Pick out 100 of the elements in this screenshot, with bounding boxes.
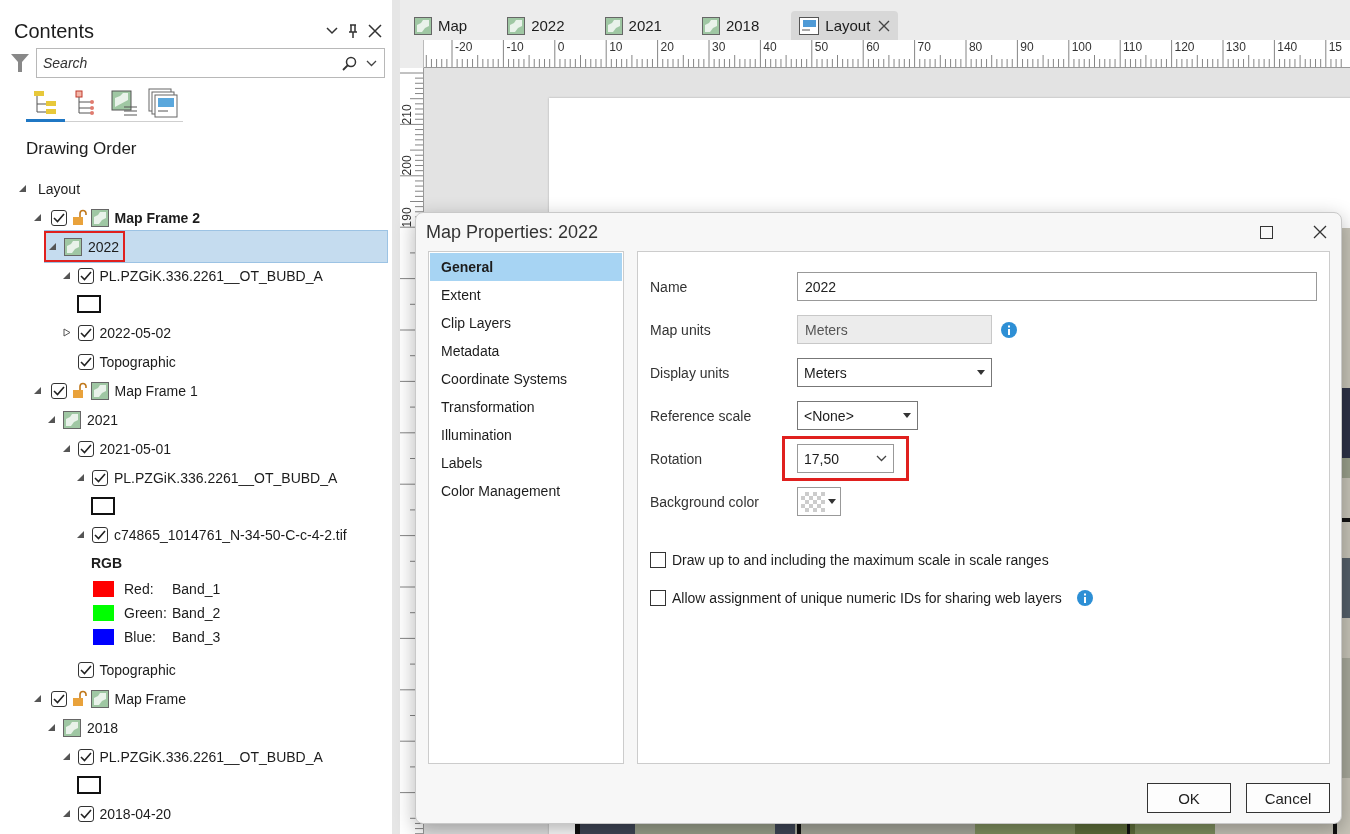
tree-item[interactable]: PL.PZGiK.336.2261__OT_BUBD_A (73, 463, 388, 492)
collapse-arrow-icon[interactable] (48, 723, 56, 732)
search-icon[interactable] (342, 56, 357, 71)
page-list-item[interactable]: Extent (430, 281, 622, 309)
page-list-item[interactable]: Coordinate Systems (430, 365, 622, 393)
collapse-arrow-icon[interactable] (49, 242, 57, 251)
document-tab[interactable]: 2018 (693, 11, 768, 40)
symbol-heading: RGB (91, 555, 123, 571)
ruler-label: 90 (1019, 40, 1035, 54)
collapse-arrow-icon[interactable] (77, 473, 85, 482)
expand-arrow-icon[interactable] (62, 328, 71, 337)
chevron-down-icon[interactable] (326, 27, 338, 35)
document-tab[interactable]: 2022 (499, 11, 573, 40)
tree-item[interactable]: 2022 (44, 230, 388, 263)
map-icon (701, 16, 720, 35)
checkbox[interactable] (77, 748, 94, 765)
tree-label: 2022-05-02 (99, 324, 172, 341)
checkbox[interactable] (92, 469, 108, 486)
info-icon[interactable] (1076, 590, 1093, 606)
dropdown[interactable]: Meters (797, 358, 992, 387)
page-list-item[interactable]: General (430, 253, 622, 281)
page-list-item[interactable]: Transformation (430, 393, 622, 421)
page-list-item[interactable]: Clip Layers (430, 309, 622, 337)
collapse-arrow-icon[interactable] (33, 213, 42, 222)
tree-item[interactable]: Layout (15, 174, 388, 203)
text-field[interactable]: 2022 (797, 272, 1317, 301)
collapse-arrow-icon[interactable] (48, 415, 56, 424)
checkbox[interactable] (50, 209, 67, 226)
page-list-item[interactable]: Metadata (430, 337, 622, 365)
checkbox[interactable] (77, 267, 94, 284)
band-value: Band_3 (172, 629, 221, 645)
ruler-label: 15 (1327, 40, 1343, 54)
close-icon[interactable] (878, 19, 891, 32)
dropdown-caret-icon (903, 413, 911, 418)
ruler-label: 70 (916, 40, 932, 54)
tree-item[interactable]: Map Frame 1 (29, 376, 388, 405)
close-icon[interactable] (1313, 225, 1327, 239)
tree-label: 2018 (87, 719, 119, 736)
close-icon[interactable] (368, 24, 382, 38)
pin-icon[interactable] (348, 24, 358, 38)
checkbox[interactable] (77, 324, 94, 341)
dialog-button[interactable]: OK (1147, 783, 1231, 813)
tree-item[interactable]: 2018 (44, 713, 388, 742)
collapse-arrow-icon[interactable] (77, 530, 85, 539)
document-tab[interactable]: Layout (791, 11, 899, 40)
tree-item[interactable]: 2018-04-20 (58, 799, 388, 828)
map-icon (64, 237, 82, 256)
ruler-label: 200 (400, 154, 414, 176)
layout-icon (799, 16, 820, 35)
tree-label: PL.PZGiK.336.2261__OT_BUBD_A (114, 469, 338, 486)
color-picker[interactable] (797, 487, 841, 516)
map-frame-icon (90, 381, 109, 400)
collapse-arrow-icon[interactable] (62, 809, 71, 818)
ruler-label: 50 (813, 40, 830, 54)
checkbox[interactable] (50, 690, 67, 707)
page-list-item[interactable]: Labels (430, 449, 622, 477)
tree-item[interactable]: 2021 (44, 405, 388, 434)
collapse-arrow-icon[interactable] (62, 271, 71, 280)
tree-item[interactable]: Map Frame 2 (29, 203, 388, 232)
search-field[interactable]: Search (36, 48, 385, 78)
collapse-arrow-icon[interactable] (62, 444, 71, 453)
page-list-item[interactable]: Color Management (430, 477, 622, 505)
tree-item[interactable]: Map Frame (29, 684, 388, 713)
checkbox[interactable] (650, 590, 666, 606)
ruler-label: 130 (1224, 40, 1247, 54)
collapse-arrow-icon[interactable] (33, 386, 42, 395)
tree-item[interactable]: PL.PZGiK.336.2261__OT_BUBD_A (58, 261, 388, 290)
combo-box[interactable]: 17,50 (797, 444, 894, 473)
collapse-arrow-icon[interactable] (19, 184, 27, 193)
tree-item[interactable]: Topographic (58, 347, 388, 376)
checkbox[interactable] (77, 440, 94, 457)
maximize-icon[interactable] (1260, 225, 1273, 239)
filter-icon[interactable] (10, 53, 30, 73)
section-heading: Drawing Order (25, 138, 138, 160)
panel-title: Contents (14, 19, 96, 43)
tree-item[interactable]: c74865_1014761_N-34-50-C-c-4-2.tif (73, 520, 388, 549)
field-label: Rotation (650, 450, 704, 467)
checkbox[interactable] (77, 805, 94, 822)
page-list-item[interactable]: Illumination (430, 421, 622, 449)
checkbox[interactable] (77, 353, 94, 370)
tree-item[interactable]: 2022-05-02 (58, 318, 388, 347)
tree-item[interactable]: PL.PZGiK.336.2261__OT_BUBD_A (58, 742, 388, 771)
dropdown[interactable]: <None> (797, 401, 918, 430)
checkbox[interactable] (92, 526, 108, 543)
chevron-down-icon (876, 455, 887, 462)
tree-item[interactable]: 2021-05-01 (58, 434, 388, 463)
ruler-label: 0 (556, 40, 566, 54)
ruler-label: 30 (710, 40, 727, 54)
collapse-arrow-icon[interactable] (62, 752, 71, 761)
dialog-button[interactable]: Cancel (1246, 783, 1330, 813)
band-name: Blue: (124, 629, 157, 645)
checkbox[interactable] (650, 552, 666, 568)
document-tab[interactable]: 2021 (596, 11, 670, 40)
ruler-label: -20 (454, 40, 474, 54)
checkbox[interactable] (77, 661, 94, 678)
tree-item[interactable]: Topographic (58, 655, 388, 684)
document-tab[interactable]: Map (406, 11, 476, 40)
checkbox[interactable] (50, 382, 67, 399)
tree-label: 2022 (88, 238, 120, 255)
collapse-arrow-icon[interactable] (33, 694, 42, 703)
